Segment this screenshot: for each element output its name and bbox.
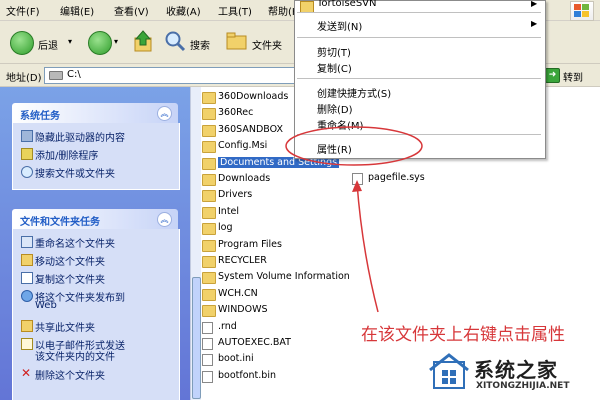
watermark-logo xyxy=(429,353,469,389)
highlight-ellipse xyxy=(285,126,423,166)
watermark-title: 系统之家 xyxy=(474,358,558,382)
annotation-arrowhead xyxy=(352,180,362,192)
watermark: 系统之家 XITONGZHIJIA.NET xyxy=(408,350,600,400)
watermark-url: XITONGZHIJIA.NET xyxy=(476,381,570,391)
annotation-arrow xyxy=(356,182,379,313)
annotation-text: 在该文件夹上右键点击属性 xyxy=(361,325,565,345)
